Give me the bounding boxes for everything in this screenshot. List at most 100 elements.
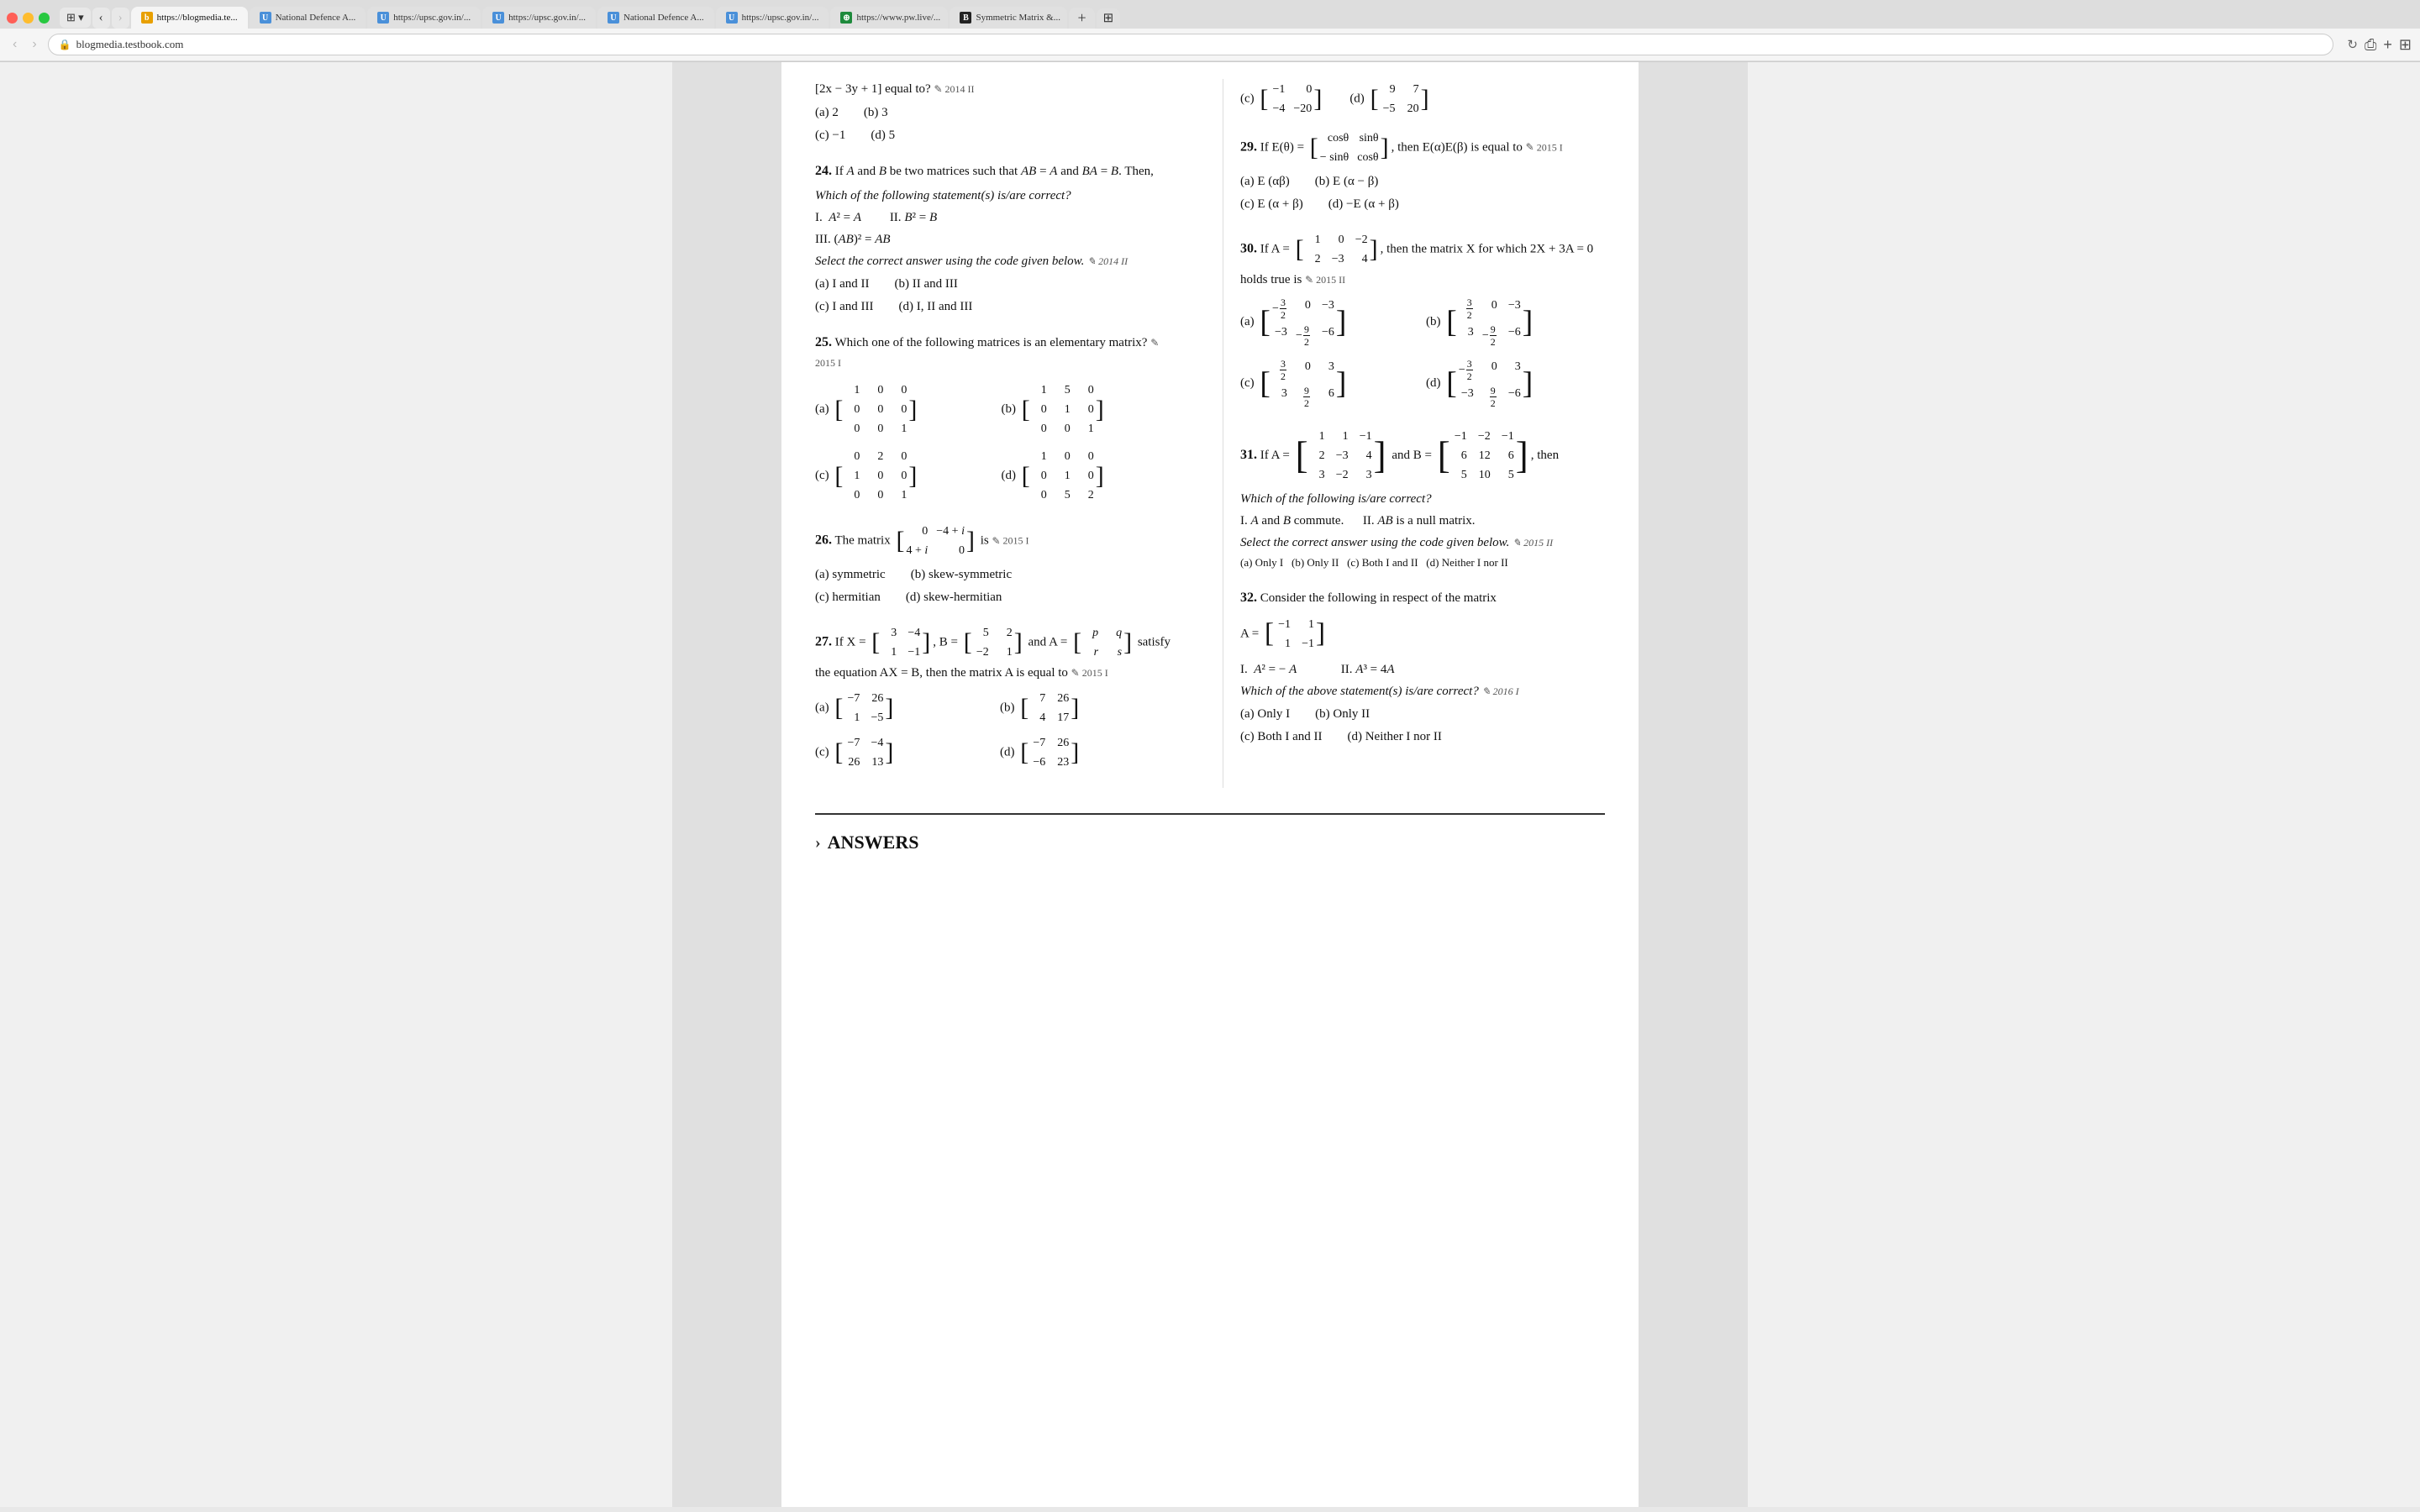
refresh-button[interactable]: ↻	[2347, 37, 2358, 52]
tab-bar: ⊞ ▾ ‹ › b https://blogmedia.te... U Nati…	[0, 0, 2420, 29]
address-bar[interactable]: 🔒 blogmedia.testbook.com	[48, 34, 2334, 55]
q25-year: 2015 I	[815, 337, 1159, 370]
answers-title: › ANSWERS	[815, 827, 1605, 857]
q24-text: 24. If A and B be two matrices such that…	[815, 160, 1181, 182]
tab-6-label: https://upsc.gov.in/...	[742, 13, 819, 23]
tab-7-favicon: ⊕	[840, 12, 852, 24]
q32-opt-a: (a) Only I	[1240, 704, 1290, 724]
browser-chrome: ⊞ ▾ ‹ › b https://blogmedia.te... U Nati…	[0, 0, 2420, 62]
q29-opts1: (a) E (αβ) (b) E (α − β)	[1240, 171, 1605, 192]
tab-2-favicon: U	[260, 12, 271, 24]
q26-text: 26. The matrix [ 0−4 + i 4 + i0 ] is 201…	[815, 521, 1181, 561]
q30-matrix-opt-d: [ −32 0 3 −3 92 −6 ]	[1446, 358, 1533, 409]
grid-view-button[interactable]: ⊞	[2399, 36, 2412, 54]
q26-opts1: (a) symmetric (b) skew-symmetric	[815, 564, 1181, 585]
close-button[interactable]	[7, 13, 18, 24]
tab-5-label: National Defence A...	[623, 13, 704, 23]
tab-3[interactable]: U https://upsc.gov.in/...	[367, 7, 481, 29]
q31-text: 31. If A = [ 11−1 2−34 3−23 ] and B =	[1240, 426, 1605, 486]
tab-2[interactable]: U National Defence A...	[250, 7, 366, 29]
opt-a: (a) 2	[815, 102, 839, 123]
question-25: 25. Which one of the following matrices …	[815, 332, 1181, 507]
q32-opt-b: (b) Only II	[1315, 704, 1370, 724]
q25-options: (a) [ 100 000 001 ]	[815, 380, 1181, 506]
q24-stmt3: III. (AB)² = AB	[815, 229, 1181, 249]
q25-text: 25. Which one of the following matrices …	[815, 332, 1181, 374]
url-text: blogmedia.testbook.com	[76, 38, 184, 51]
tab-1-label: https://blogmedia.te...	[157, 13, 238, 23]
answers-section: › ANSWERS	[815, 813, 1605, 869]
top-partial-text: [2x − 3y + 1] equal to? 2014 II	[815, 79, 1181, 99]
right-top-matrices: (c) [ −10 −4−20 ] (d)	[1240, 79, 1605, 119]
tab-4[interactable]: U https://upsc.gov.in/...	[482, 7, 596, 29]
q24-opt-b: (b) II and III	[895, 274, 958, 294]
q32-opt-c: (c) Both I and II	[1240, 727, 1322, 747]
new-tab-button[interactable]: +	[1069, 8, 1094, 29]
q25-opt-c: (c) [ 020 100 001 ]	[815, 446, 995, 506]
q27-num: 27.	[815, 635, 832, 649]
q26-year: 2015 I	[992, 535, 1028, 547]
tab-grid-button[interactable]: ⊞	[1097, 8, 1121, 28]
tab-back[interactable]: ‹	[92, 8, 110, 29]
q25-matrix-c: [ 020 100 001 ]	[834, 448, 917, 504]
q30-text: 30. If A = [ 10−2 2−34 ] , then the matr…	[1240, 229, 1605, 290]
tab-forward[interactable]: ›	[112, 8, 129, 29]
window-controls	[7, 13, 50, 24]
tab-7[interactable]: ⊕ https://www.pw.live/...	[830, 7, 948, 29]
right-column: (c) [ −10 −4−20 ] (d)	[1223, 79, 1605, 788]
right-top-matrix-d: [ 97 −520 ]	[1370, 81, 1429, 118]
tab-6[interactable]: U https://upsc.gov.in/...	[716, 7, 829, 29]
share-button[interactable]: ⎙	[2365, 36, 2376, 54]
forward-button[interactable]: ›	[28, 35, 40, 54]
question-31: 31. If A = [ 11−1 2−34 3−23 ] and B =	[1240, 426, 1605, 572]
question-32: 32. Consider the following in respect of…	[1240, 587, 1605, 747]
question-26: 26. The matrix [ 0−4 + i 4 + i0 ] is 201…	[815, 521, 1181, 607]
q25-opt-b: (b) [ 150 010 001 ]	[1002, 380, 1181, 439]
maximize-button[interactable]	[39, 13, 50, 24]
page-wrapper: [2x − 3y + 1] equal to? 2014 II (a) 2 (b…	[0, 62, 2420, 1507]
q27-opt-d: (d) [ −726 −623 ]	[1000, 732, 1181, 773]
back-button[interactable]: ‹	[8, 35, 21, 54]
q27-matrix-a: [ pq rs ]	[1073, 624, 1132, 661]
top-options-2: (c) −1 (d) 5	[815, 125, 1181, 145]
left-column: [2x − 3y + 1] equal to? 2014 II (a) 2 (b…	[815, 79, 1197, 788]
tab-3-label: https://upsc.gov.in/...	[393, 13, 471, 23]
q24-year: 2014 II	[1087, 255, 1128, 267]
sidebar-right	[1639, 62, 1748, 1507]
q27-matrix-opt-a: [ −726 1−5 ]	[834, 690, 893, 727]
right-top-c: (c) [ −10 −4−20 ]	[1240, 79, 1324, 119]
q24-opt-a: (a) I and II	[815, 274, 870, 294]
q31-matrix-a: [ 11−1 2−34 3−23 ]	[1296, 428, 1386, 484]
tab-sidebar-toggle[interactable]: ⊞ ▾	[60, 8, 91, 28]
q30-matrix-a: [ 10−2 2−34 ]	[1296, 231, 1378, 268]
tab-5[interactable]: U National Defence A...	[597, 7, 714, 29]
q31-subtext: Which of the following is/are correct?	[1240, 489, 1605, 509]
q32-opts2: (c) Both I and II (d) Neither I nor II	[1240, 727, 1605, 747]
q25-matrix-b: [ 150 010 001 ]	[1022, 381, 1104, 438]
q27-year: 2015 I	[1071, 667, 1108, 679]
q30-opt-d: (d) [ −32 0 3 −3 92 −6	[1426, 356, 1605, 411]
q31-stmt1: I. A and B commute. II. AB is a null mat…	[1240, 511, 1605, 531]
tab-2-label: National Defence A...	[276, 13, 356, 23]
q31-options-inline: (a) Only I (b) Only II (c) Both I and II…	[1240, 554, 1605, 572]
q25-matrix-a: [ 100 000 001 ]	[834, 381, 917, 438]
nav-bar: ‹ › 🔒 blogmedia.testbook.com ↻ ⎙ + ⊞	[0, 29, 2420, 61]
q32-opt-d: (d) Neither I nor II	[1347, 727, 1441, 747]
q30-matrix-opt-c: [ 32 0 3 3 92 6 ]	[1260, 358, 1346, 409]
add-tab-button[interactable]: +	[2383, 36, 2392, 54]
q24-subtext: Which of the following statement(s) is/a…	[815, 186, 1181, 206]
q24-opt-d: (d) I, II and III	[899, 297, 973, 317]
minimize-button[interactable]	[23, 13, 34, 24]
q32-text: 32. Consider the following in respect of…	[1240, 587, 1605, 609]
tab-8[interactable]: B Symmetric Matrix &...	[950, 7, 1067, 29]
q27-matrix-b: [ 52 −21 ]	[964, 624, 1023, 661]
question-30: 30. If A = [ 10−2 2−34 ] , then the matr…	[1240, 229, 1605, 411]
q26-opt-b: (b) skew-symmetric	[911, 564, 1012, 585]
tab-1[interactable]: b https://blogmedia.te...	[131, 7, 248, 29]
right-top-partial: (c) [ −10 −4−20 ] (d)	[1240, 79, 1605, 119]
q29-opt-b: (b) E (α − β)	[1315, 171, 1379, 192]
q31-num: 31.	[1240, 448, 1257, 462]
q31-select: Select the correct answer using the code…	[1240, 533, 1605, 553]
q24-num: 24.	[815, 164, 832, 178]
q27-matrix-opt-b: [ 726 417 ]	[1020, 690, 1079, 727]
